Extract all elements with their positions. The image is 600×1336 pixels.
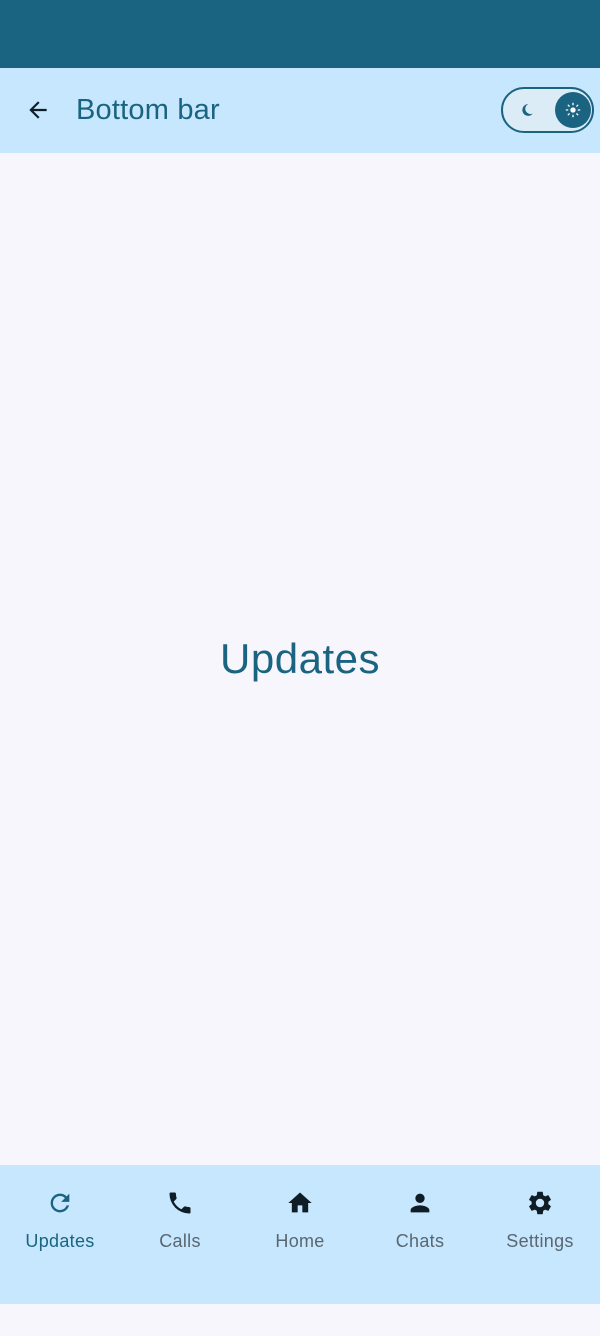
arrow-back-icon [29,101,47,119]
nav-item-settings[interactable]: Settings [480,1165,600,1304]
nav-item-updates[interactable]: Updates [0,1165,120,1304]
nav-item-calls[interactable]: Calls [120,1165,240,1304]
theme-toggle[interactable] [501,87,594,133]
toggle-thumb[interactable] [555,92,591,128]
content-area: Updates [0,153,600,1165]
moon-icon [517,100,537,120]
refresh-icon [44,1187,76,1219]
app-bar: Bottom bar [0,68,600,153]
person-icon [404,1187,436,1219]
content-title: Updates [220,635,380,682]
nav-item-chats[interactable]: Chats [360,1165,480,1304]
home-icon [284,1187,316,1219]
nav-label-chats: Chats [395,1231,445,1251]
nav-label-settings: Settings [506,1231,574,1251]
nav-label-calls: Calls [159,1231,201,1251]
status-bar [0,0,600,68]
phone-icon [164,1187,196,1219]
back-button[interactable] [18,90,58,130]
nav-label-updates: Updates [25,1231,95,1251]
nav-label-home: Home [275,1231,325,1251]
page-title: Bottom bar [76,94,220,126]
system-nav-area [0,1304,600,1336]
sun-icon [565,102,581,118]
bottom-navigation-bar: Updates Calls Home Chats Settings [0,1165,600,1304]
nav-item-home[interactable]: Home [240,1165,360,1304]
gear-icon [524,1187,556,1219]
